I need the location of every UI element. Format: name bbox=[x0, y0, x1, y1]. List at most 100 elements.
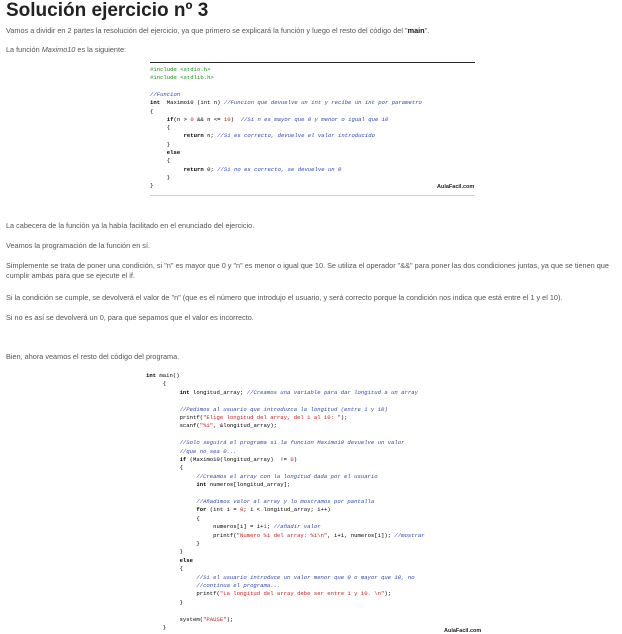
code-line: if (Maximo10(longitud_array) != 0) bbox=[146, 456, 298, 463]
code-line: int Maximo10 (int n) //Funcion que devue… bbox=[150, 99, 422, 106]
code-token: //Si el usuario introduce un valor menor… bbox=[196, 573, 415, 581]
code-token: //continua el programa... bbox=[196, 582, 281, 589]
code-line: } bbox=[150, 174, 170, 181]
code-line: for (int i = 0; i < longitud_array; i++) bbox=[146, 506, 331, 514]
code-token: { bbox=[150, 157, 171, 165]
code-line: } bbox=[150, 141, 170, 148]
code-token: for bbox=[196, 506, 207, 514]
code-token: return bbox=[183, 165, 204, 173]
code-line: #include <stdio.h> bbox=[150, 66, 210, 73]
code-token: { bbox=[146, 380, 167, 388]
code-token: ); bbox=[340, 414, 348, 421]
paragraph-return-zero: Si no es así se devolverá un 0, para que… bbox=[6, 313, 254, 322]
code-line: { bbox=[146, 514, 200, 522]
code-token: printf( bbox=[146, 414, 204, 421]
code-token: , i+1, numeros[i]); bbox=[327, 531, 395, 539]
aulafacil-watermark-2: AulaFacil.com bbox=[444, 628, 482, 634]
code-token: numeros[longitud_array]; bbox=[206, 481, 291, 489]
intro-paragraph: Vamos a dividir en 2 partes la resolució… bbox=[6, 26, 429, 36]
code-line: //Añadimos valor al array y lo mostramos… bbox=[146, 498, 374, 505]
code-line: printf("Elige longitud del array, del 1 … bbox=[146, 414, 348, 421]
code-line: //Si el usuario introduce un valor menor… bbox=[146, 573, 415, 581]
code-token: numeros[i] = i+ bbox=[146, 523, 264, 531]
code-token: //Si no es correcto, se devuelve un 0 bbox=[217, 165, 342, 173]
code-token: //que no sea 0... bbox=[179, 447, 237, 455]
code-line: //Pedimos al usuario que introduzca la l… bbox=[146, 406, 388, 413]
code-token: { bbox=[150, 107, 154, 115]
code-token: { bbox=[146, 514, 200, 522]
code-token: Maximo10 (int n) bbox=[160, 99, 224, 107]
code-token: "PAUSE" bbox=[203, 615, 227, 623]
code-line: //Creamos el array con la longitud dada … bbox=[146, 472, 378, 480]
code-line: numeros[i] = i+1; //añadir valor bbox=[146, 523, 320, 531]
code-token: "Numero %i del array: %i\n" bbox=[236, 531, 328, 539]
code-token: ; i < longitud_array; i++) bbox=[243, 506, 331, 514]
function-intro-text: La función bbox=[6, 45, 42, 54]
code-token: if bbox=[166, 115, 174, 123]
code-token: //Añadimos valor al array y lo mostramos… bbox=[196, 498, 375, 505]
aulafacil-watermark: AulaFacil.com bbox=[437, 184, 475, 190]
code-token: } bbox=[150, 173, 171, 181]
code-token: longitud_array; bbox=[189, 388, 247, 396]
code-line: return n; //Si es correcto, devuelve el … bbox=[150, 132, 375, 139]
code-line: else bbox=[150, 149, 180, 156]
code-token: //Creamos una variable para dar longitud… bbox=[246, 388, 418, 396]
code-line: int main() bbox=[146, 372, 180, 379]
code-token: "%i" bbox=[199, 422, 214, 430]
code-token: } bbox=[150, 182, 154, 190]
code-image-main: int main() { int longitud_array; //Cream… bbox=[146, 370, 478, 633]
code-line: //Funcion bbox=[150, 91, 180, 98]
code-line: { bbox=[150, 157, 170, 164]
code-line: } bbox=[146, 624, 166, 631]
intro-text: Vamos a dividir en 2 partes la resolució… bbox=[6, 26, 408, 35]
code-token: ); bbox=[226, 615, 234, 623]
paragraph-return-n: Si la condición se cumple, se devolverá … bbox=[6, 293, 563, 302]
code-line: printf("La longitud del array debe ser e… bbox=[146, 590, 391, 597]
code-token: else bbox=[179, 556, 194, 564]
code-token: } bbox=[146, 540, 200, 547]
intro-text-end: ". bbox=[424, 26, 430, 35]
code-token: "Elige longitud del array, del 1 al 10: … bbox=[203, 414, 341, 421]
code-line: { bbox=[146, 464, 183, 471]
code-token: } bbox=[150, 140, 171, 148]
code-token: int bbox=[150, 99, 161, 107]
code-token: //Funcion que devuelve un int y recibe u… bbox=[223, 99, 422, 107]
code-token: return bbox=[183, 132, 204, 140]
code-token: int bbox=[196, 481, 207, 489]
code-line: } bbox=[146, 599, 183, 606]
code-image-maximo10: #include <stdio.h> #include <stdlib.h> //F… bbox=[150, 62, 475, 196]
code-line: printf("Numero %i del array: %i\n", i+1,… bbox=[146, 532, 425, 539]
code-token: //Si es correcto, devuelve el valor intr… bbox=[217, 132, 375, 140]
code-line: { bbox=[150, 108, 153, 115]
code-token: #include <stdlib.h> bbox=[150, 74, 214, 82]
code-line: #include <stdlib.h> bbox=[150, 74, 214, 81]
code-token: ) bbox=[230, 115, 241, 123]
code-token: scanf( bbox=[146, 422, 200, 430]
function-intro-text-end: es la siguiente: bbox=[75, 45, 127, 54]
code-token: int bbox=[146, 372, 157, 379]
code-line: { bbox=[146, 565, 183, 572]
function-name: Maximo10 bbox=[41, 45, 76, 54]
code-token: } bbox=[146, 598, 183, 606]
paragraph-programming: Veamos la programación de la función en … bbox=[6, 241, 150, 250]
code-token: } bbox=[146, 624, 167, 631]
code-token: (int i = bbox=[206, 506, 241, 514]
code-token: //Creamos el array con la longitud dada … bbox=[196, 472, 378, 480]
code-token: int bbox=[179, 388, 190, 396]
paragraph-header: La cabecera de la función ya la había fa… bbox=[6, 221, 255, 230]
code-token: printf( bbox=[146, 590, 220, 598]
code-token: n; bbox=[203, 132, 218, 140]
code-token: printf( bbox=[146, 531, 237, 539]
